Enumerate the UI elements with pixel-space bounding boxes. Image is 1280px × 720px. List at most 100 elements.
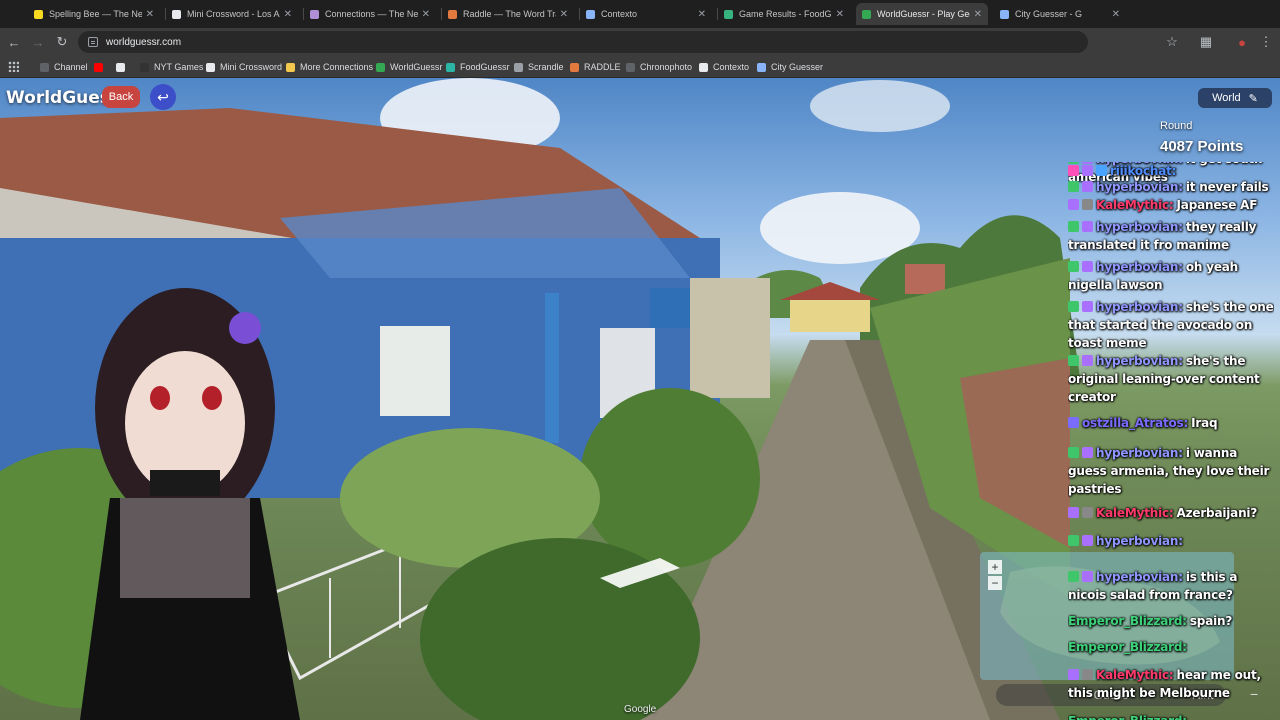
bookmark-item[interactable]: More Connections <box>286 60 373 74</box>
bookmark-favicon-icon <box>140 62 149 72</box>
tab-favicon-icon <box>586 9 595 19</box>
chat-username[interactable]: Emperor_Blizzard: <box>1068 714 1187 720</box>
tab-close-icon[interactable]: ✕ <box>698 9 706 20</box>
chat-username[interactable]: riiikochat: <box>1110 164 1176 178</box>
chat-username[interactable]: KaleMythic: <box>1096 198 1174 212</box>
back-arrow-icon[interactable]: ← <box>4 32 24 52</box>
chat-username[interactable]: Emperor_Blizzard: <box>1068 640 1187 654</box>
chat-badge-icon <box>1068 571 1079 582</box>
minimap-zoom-in-button[interactable]: + <box>988 560 1002 574</box>
chat-message: hyperbovian: is this a nicois salad from … <box>1068 568 1274 604</box>
bookmark-label: Mini Crossword <box>220 62 283 72</box>
chat-badge-icon <box>1082 301 1093 312</box>
bookmark-label: FoodGuessr <box>460 62 510 72</box>
bookmark-item[interactable]: Scrandle <box>514 60 564 74</box>
browser-toolbar: ← → ↻ worldguessr.com ☆ ▦ ● ⋮ <box>0 28 1280 56</box>
reload-icon[interactable]: ↻ <box>52 32 72 52</box>
back-button[interactable]: Back <box>102 86 140 108</box>
address-bar[interactable]: worldguessr.com <box>78 31 1088 53</box>
browser-tab[interactable]: Game Results - FoodGue ✕ <box>718 3 850 25</box>
chat-username[interactable]: hyperbovian: <box>1096 300 1183 314</box>
chat-message: Emperor_Blizzard: spain? <box>1068 612 1274 630</box>
browser-tab[interactable]: WorldGuessr - Play Geog ✕ <box>856 3 988 25</box>
bookmark-label: More Connections <box>300 62 374 72</box>
browser-tab[interactable]: Raddle — The Word Tran ✕ <box>442 3 574 25</box>
bookmark-label: NYT Games <box>154 62 204 72</box>
chat-badge-icon <box>1068 165 1079 176</box>
tab-separator <box>165 8 166 20</box>
tab-close-icon[interactable]: ✕ <box>146 9 154 20</box>
chat-username[interactable]: ostzilla_Atratos: <box>1082 416 1188 430</box>
bookmark-item[interactable]: RADDLE <box>570 60 621 74</box>
bookmark-item[interactable]: WorldGuessr <box>376 60 442 74</box>
bookmark-item[interactable] <box>94 60 108 74</box>
chat-text: Azerbaijani? <box>1176 506 1258 520</box>
tab-separator <box>717 8 718 20</box>
bookmark-item[interactable]: Mini Crossword <box>206 60 282 74</box>
browser-tab[interactable]: Connections — The New ✕ <box>304 3 436 25</box>
chat-badge-icon <box>1068 261 1079 272</box>
chat-username[interactable]: hyperbovian: <box>1096 570 1183 584</box>
bookmark-item[interactable]: City Guesser <box>757 60 823 74</box>
tab-close-icon[interactable]: ✕ <box>422 9 430 20</box>
tab-title: Connections — The New <box>325 9 418 19</box>
chat-text: it never fails <box>1185 180 1269 194</box>
tab-close-icon[interactable]: ✕ <box>974 9 982 20</box>
map-mode-label: World <box>1212 92 1241 104</box>
chat-username[interactable]: hyperbovian: <box>1096 354 1183 368</box>
chat-username[interactable]: hyperbovian: <box>1096 180 1183 194</box>
chat-message: Emperor_Blizzard: <box>1068 712 1274 720</box>
chat-badge-icon <box>1082 535 1093 546</box>
profile-avatar[interactable]: ● <box>1232 32 1252 52</box>
google-attribution: Google <box>624 704 657 715</box>
tab-close-icon[interactable]: ✕ <box>284 9 292 20</box>
chat-username[interactable]: hyperbovian: <box>1096 534 1183 548</box>
apps-grid-icon[interactable] <box>8 61 19 72</box>
bookmark-star-icon[interactable]: ☆ <box>1162 32 1182 52</box>
chat-username[interactable]: KaleMythic: <box>1096 668 1174 682</box>
browser-tab[interactable]: Mini Crossword - Los Ang ✕ <box>166 3 298 25</box>
forward-arrow-icon[interactable]: → <box>28 32 48 52</box>
minimap-zoom-out-button[interactable]: − <box>988 576 1002 590</box>
chat-badge-icon <box>1068 507 1079 518</box>
chat-badge-icon <box>1082 507 1093 518</box>
chat-username[interactable]: hyperbovian: <box>1096 220 1183 234</box>
return-to-start-icon[interactable]: ↩ <box>150 84 176 110</box>
map-mode-badge[interactable]: World ✎ <box>1198 88 1272 108</box>
bookmark-item[interactable]: Contexto <box>699 60 749 74</box>
browser-tab[interactable]: Spelling Bee — The New ✕ <box>28 3 160 25</box>
bookmark-favicon-icon <box>94 62 103 72</box>
chat-username[interactable]: hyperbovian: <box>1096 446 1183 460</box>
tab-close-icon[interactable]: ✕ <box>560 9 568 20</box>
chat-message: hyperbovian: oh yeah nigella lawson <box>1068 258 1274 294</box>
tab-close-icon[interactable]: ✕ <box>836 9 844 20</box>
bookmark-item[interactable]: Channel <box>40 60 88 74</box>
tab-title: Raddle — The Word Tran <box>463 9 556 19</box>
chat-username[interactable]: hyperbovian: <box>1096 260 1183 274</box>
chat-username[interactable]: Emperor_Blizzard: <box>1068 614 1187 628</box>
bookmark-item[interactable]: NYT Games <box>140 60 203 74</box>
tab-separator <box>303 8 304 20</box>
bookmark-label: Chronophoto <box>640 62 693 72</box>
chat-badge-icon <box>1068 221 1079 232</box>
browser-tab[interactable]: City Guesser - G ✕ <box>994 3 1126 25</box>
tab-close-icon[interactable]: ✕ <box>1112 9 1120 20</box>
chat-badge-icon <box>1082 261 1093 272</box>
chat-badge-icon <box>1082 447 1093 458</box>
chat-message: hyperbovian: she's the original leaning-o… <box>1068 352 1274 406</box>
chat-message: ostzilla_Atratos: Iraq <box>1068 414 1274 432</box>
pencil-icon[interactable]: ✎ <box>1249 92 1258 105</box>
browser-tab[interactable]: Contexto ✕ <box>580 3 712 25</box>
browser-menu-icon[interactable]: ⋮ <box>1256 32 1276 52</box>
site-info-icon[interactable] <box>88 37 98 47</box>
street-view-panorama[interactable]: WorldGuessr Back ↩ World ✎ Round 4087 Po… <box>0 78 1280 720</box>
chat-badge-icon <box>1068 301 1079 312</box>
bookmark-item[interactable] <box>116 60 130 74</box>
bookmark-item[interactable]: FoodGuessr <box>446 60 510 74</box>
extensions-icon[interactable]: ▦ <box>1196 32 1216 52</box>
tab-favicon-icon <box>1000 9 1009 19</box>
chat-username[interactable]: KaleMythic: <box>1096 506 1174 520</box>
bookmark-item[interactable]: Chronophoto <box>626 60 692 74</box>
chat-badge-icon <box>1068 669 1079 680</box>
chat-text: Japanese AF <box>1176 198 1258 212</box>
